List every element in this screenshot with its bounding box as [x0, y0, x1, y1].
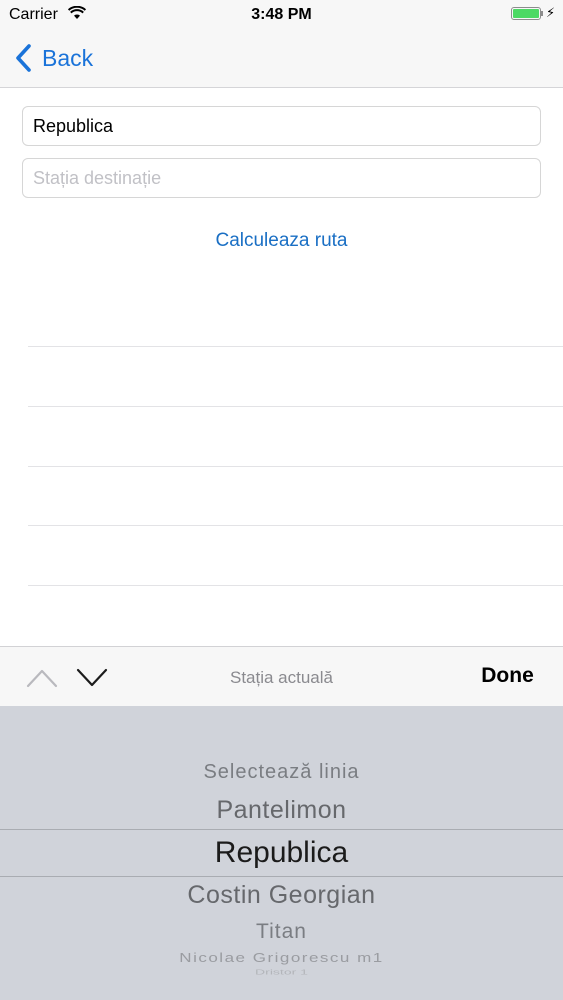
picker-item[interactable]: Costin Georgian: [0, 881, 563, 910]
destination-station-input[interactable]: [22, 158, 541, 198]
back-button[interactable]: Back: [14, 40, 93, 76]
list-separator: [28, 466, 563, 467]
picker-item[interactable]: Selectează linia: [0, 761, 563, 784]
picker-selection-line-top: [0, 829, 563, 830]
done-button[interactable]: Done: [470, 664, 545, 688]
back-label: Back: [42, 44, 94, 71]
chevron-left-icon: [16, 44, 31, 72]
picker-item[interactable]: Pantelimon: [0, 796, 563, 825]
calculate-route-button[interactable]: Calculeaza ruta: [0, 230, 563, 252]
list-separator: [28, 525, 563, 526]
list-separator: [28, 346, 563, 347]
station-picker[interactable]: Selectează linia Pantelimon Republica Co…: [0, 706, 563, 1000]
picker-selection-line-bottom: [0, 876, 563, 877]
status-bar: Carrier 3:48 PM ⚡: [0, 0, 563, 30]
picker-item[interactable]: Nicolae Grigorescu m1: [0, 951, 563, 966]
battery-nub: [541, 11, 543, 16]
list-separator: [28, 406, 563, 407]
navigation-bar: Back: [0, 30, 563, 88]
keyboard-accessory-toolbar: Stația actuală Done: [0, 646, 563, 706]
clock: 3:48 PM: [251, 6, 312, 23]
picker-item-selected[interactable]: Republica: [0, 836, 563, 870]
origin-station-input[interactable]: [22, 106, 541, 146]
picker-item[interactable]: Titan: [0, 920, 563, 944]
charging-bolt-icon: ⚡: [546, 5, 556, 20]
battery-icon: [511, 7, 541, 20]
list-separator: [28, 585, 563, 586]
picker-item[interactable]: Dristor 1: [0, 968, 563, 976]
